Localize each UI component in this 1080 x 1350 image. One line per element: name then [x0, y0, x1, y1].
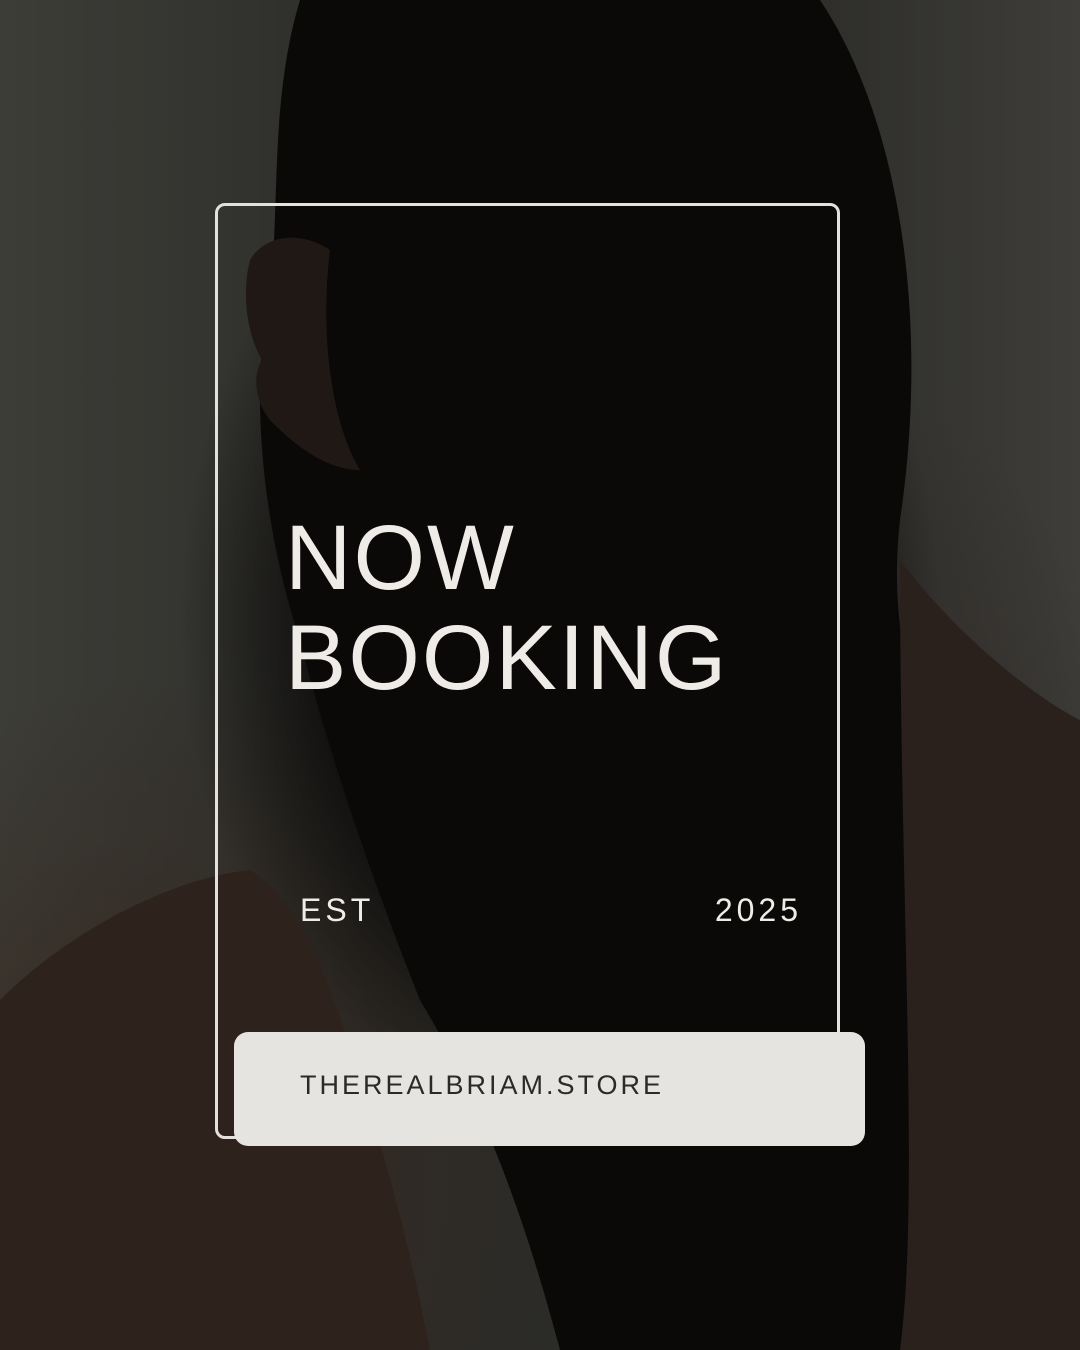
headline: NOW BOOKING: [285, 508, 728, 708]
website-url[interactable]: THEREALBRIAM.STORE: [300, 1070, 664, 1101]
est-year: 2025: [714, 892, 802, 928]
headline-line-1: NOW: [285, 507, 516, 609]
est-label: EST: [300, 892, 375, 928]
website-pill[interactable]: THEREALBRIAM.STORE: [234, 1032, 865, 1146]
headline-line-2: BOOKING: [285, 607, 729, 709]
